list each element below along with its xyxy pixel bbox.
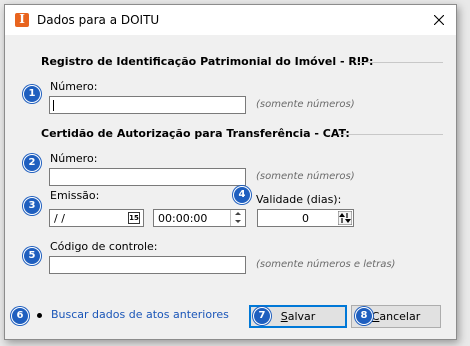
cat-numero-label: Número:: [50, 152, 98, 165]
validade-input[interactable]: 0: [257, 209, 354, 227]
emissao-date-input[interactable]: / / 15: [49, 209, 144, 227]
app-icon: [15, 12, 29, 27]
link-bullet: [37, 313, 42, 318]
badge-2: 2: [23, 154, 41, 172]
rip-section-title: Registro de Identificação Patrimonial do…: [41, 55, 374, 68]
cancelar-label: ancelar: [379, 310, 421, 323]
text-cursor: [53, 100, 54, 111]
close-button[interactable]: [422, 5, 456, 35]
emissao-label: Emissão:: [50, 189, 100, 202]
cat-section-divider: [339, 134, 443, 135]
badge-7: 7: [253, 307, 271, 325]
rip-numero-input[interactable]: [49, 96, 246, 114]
dialog-window: Dados para a DOITU Registro de Identific…: [4, 4, 457, 340]
calendar-icon[interactable]: 15: [128, 212, 140, 224]
badge-5: 5: [23, 247, 41, 265]
spin-up-button[interactable]: [231, 210, 245, 218]
salvar-label: alvar: [287, 310, 316, 323]
cat-section-title: Certidão de Autorização para Transferênc…: [41, 127, 350, 140]
cat-numero-input[interactable]: [49, 168, 246, 186]
rip-section-divider: [357, 62, 443, 63]
badge-3: 3: [23, 197, 41, 215]
spinner-icon[interactable]: [338, 211, 352, 225]
spin-down-button[interactable]: [231, 218, 245, 226]
cat-numero-hint: (somente números): [256, 171, 355, 182]
salvar-accel: S: [280, 310, 288, 323]
emissao-time-value: 00:00:00: [158, 212, 208, 225]
badge-1: 1: [23, 85, 41, 103]
emissao-date-value: / /: [54, 212, 65, 225]
window-title: Dados para a DOITU: [37, 13, 160, 27]
title-bar: Dados para a DOITU: [5, 5, 456, 35]
rip-numero-label: Número:: [50, 80, 98, 93]
time-spinner: [230, 210, 245, 226]
dialog-content: Registro de Identificação Patrimonial do…: [5, 35, 456, 339]
close-icon: [434, 15, 444, 25]
buscar-dados-link[interactable]: Buscar dados de atos anteriores: [51, 308, 229, 321]
codigo-label: Código de controle:: [50, 240, 158, 253]
codigo-input[interactable]: [49, 256, 246, 274]
emissao-time-input[interactable]: 00:00:00: [153, 209, 246, 227]
rip-numero-hint: (somente números): [256, 99, 355, 110]
validade-label: Validade (dias):: [256, 193, 342, 206]
badge-4: 4: [233, 186, 251, 204]
validade-value: 0: [302, 212, 309, 225]
badge-6: 6: [11, 307, 29, 325]
codigo-hint: (somente números e letras): [256, 259, 396, 270]
badge-8: 8: [355, 307, 373, 325]
